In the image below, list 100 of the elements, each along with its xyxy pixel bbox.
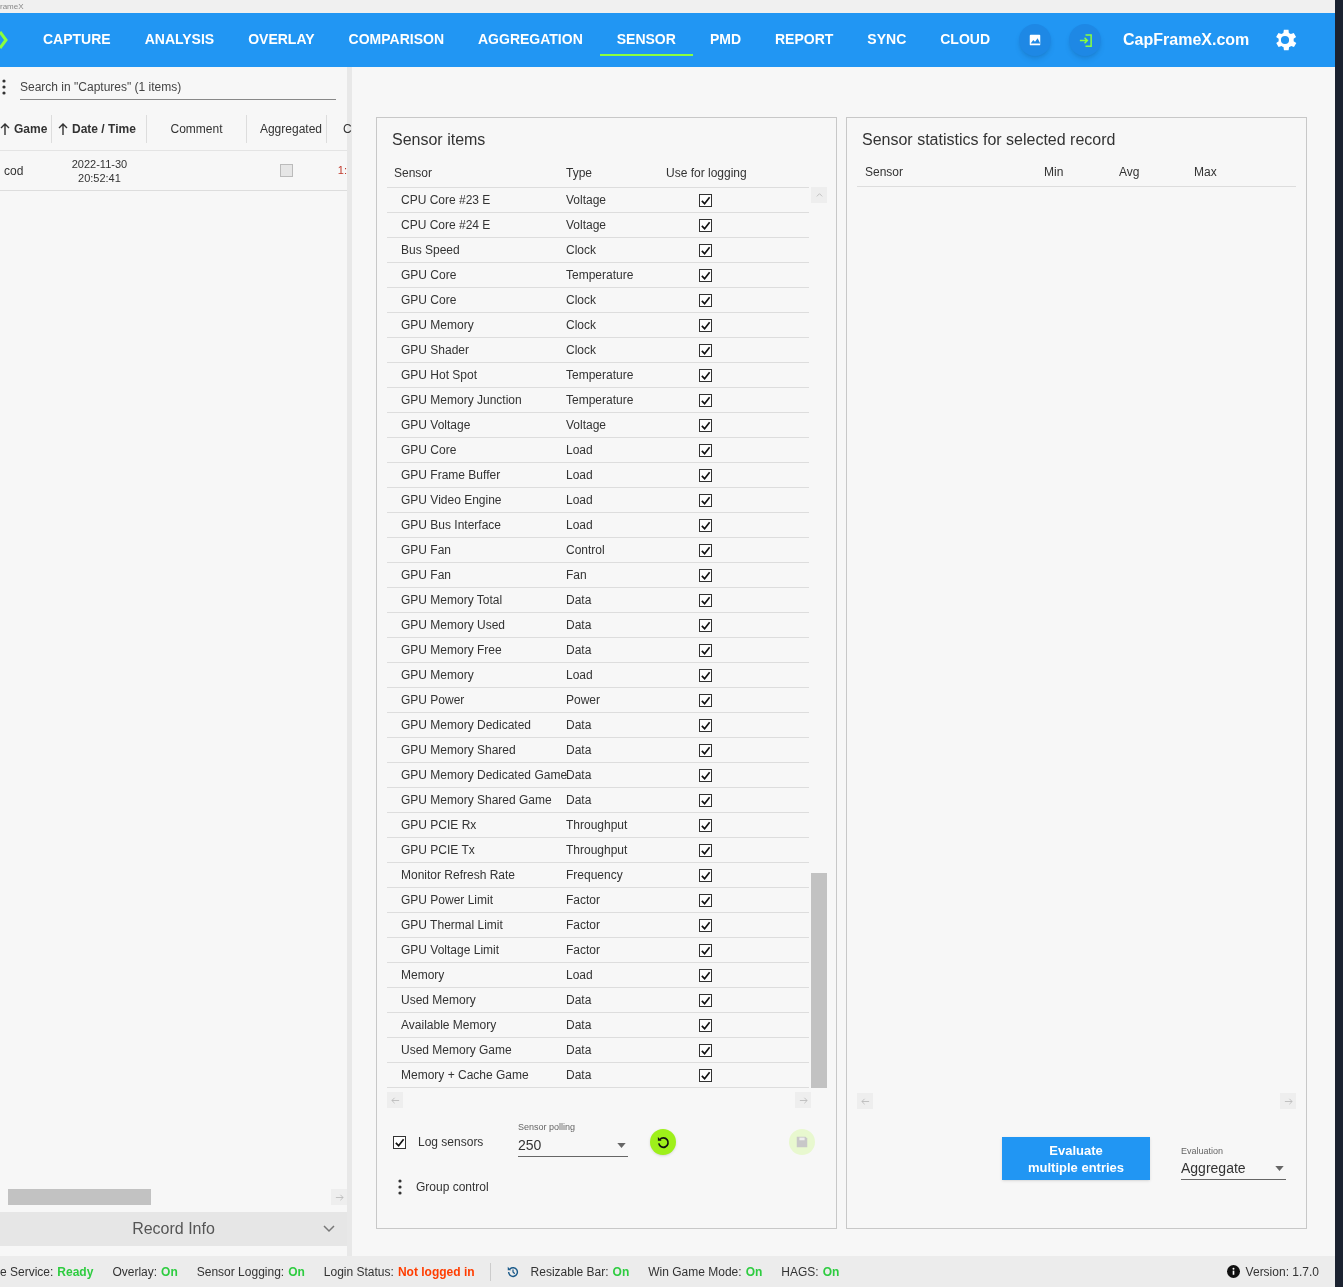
sensor-row[interactable]: GPU PCIE Rx Throughput [387,813,809,838]
logging-checkbox[interactable] [699,418,712,432]
sensor-row[interactable]: GPU Memory Clock [387,313,809,338]
sensor-row[interactable]: GPU Memory Load [387,663,809,688]
more-icon[interactable] [2,79,6,95]
logging-checkbox[interactable] [699,1043,712,1057]
logging-checkbox[interactable] [699,943,712,957]
sensor-name: GPU Memory [400,667,475,684]
column-header[interactable]: C [343,119,352,138]
reset-button[interactable] [650,1129,676,1155]
logging-checkbox[interactable] [699,393,712,407]
sensor-row[interactable]: GPU Memory Shared Data [387,738,809,763]
search-field[interactable]: Search in "Captures" (1 items) [20,74,336,100]
sensor-row[interactable]: GPU Memory Junction Temperature [387,388,809,413]
logging-checkbox[interactable] [699,468,712,482]
logging-checkbox[interactable] [699,368,712,382]
scrollbar-thumb[interactable] [8,1189,151,1205]
info-icon[interactable] [1226,1265,1240,1278]
logging-checkbox[interactable] [699,693,712,707]
sensor-row[interactable]: GPU Voltage Limit Factor [387,938,809,963]
logging-checkbox[interactable] [699,868,712,882]
logging-checkbox[interactable] [699,593,712,607]
logging-checkbox[interactable] [699,518,712,532]
sensor-row[interactable]: GPU Fan Control [387,538,809,563]
sensor-row[interactable]: CPU Core #24 E Voltage [387,213,809,238]
sensor-row[interactable]: GPU Frame Buffer Load [387,463,809,488]
more-icon[interactable] [398,1179,402,1195]
sensor-row[interactable]: GPU Thermal Limit Factor [387,913,809,938]
history-icon[interactable] [505,1264,520,1279]
logging-checkbox[interactable] [699,1068,712,1082]
logging-checkbox[interactable] [699,668,712,682]
logging-checkbox[interactable] [699,893,712,907]
logging-checkbox[interactable] [699,918,712,932]
sensor-row[interactable]: GPU Core Load [387,438,809,463]
sensor-row[interactable]: GPU Voltage Voltage [387,413,809,438]
date-cell-text: 2022-11-30 20:52:41 [70,156,129,185]
sensor-row[interactable]: Used Memory Game Data [387,1038,809,1063]
column-header: Sensor [864,164,905,181]
sensor-row[interactable]: GPU Memory Free Data [387,638,809,663]
image-button[interactable] [1019,24,1052,56]
sensor-row[interactable]: GPU Memory Total Data [387,588,809,613]
logging-checkbox[interactable] [699,643,712,657]
sensor-row[interactable]: GPU Core Clock [387,288,809,313]
sensor-row[interactable]: GPU Power Power [387,688,809,713]
column-header[interactable]: Game [14,119,48,138]
logging-checkbox[interactable] [699,968,712,982]
sensor-row[interactable]: Memory Load [387,963,809,988]
logging-checkbox[interactable] [699,818,712,832]
logging-checkbox[interactable] [699,743,712,757]
aggregated-checkbox[interactable] [279,164,293,177]
sensor-row[interactable]: CPU Core #23 E Voltage [387,188,809,213]
sensor-row[interactable]: Available Memory Data [387,1013,809,1038]
logging-checkbox[interactable] [699,1018,712,1032]
capture-row[interactable]: cod 2022-11-30 20:52:41 1: [0,151,347,191]
logging-checkbox[interactable] [699,768,712,782]
sensor-row[interactable]: GPU Fan Fan [387,563,809,588]
sensor-row[interactable]: GPU Core Temperature [387,263,809,288]
sensor-row[interactable]: Monitor Refresh Rate Frequency [387,863,809,888]
logging-checkbox[interactable] [699,268,712,282]
scrollbar-thumb[interactable] [811,873,827,1088]
logging-checkbox[interactable] [699,218,712,232]
logging-checkbox[interactable] [699,493,712,507]
sensor-row[interactable]: GPU Shader Clock [387,338,809,363]
log-sensors-checkbox[interactable] [393,1135,406,1149]
logging-checkbox[interactable] [699,443,712,457]
chevron-down-icon [323,1225,335,1233]
group-control-label[interactable]: Group control [416,1178,489,1196]
sensor-row[interactable]: GPU Memory Dedicated Data [387,713,809,738]
sensor-row[interactable]: GPU Power Limit Factor [387,888,809,913]
sensor-row[interactable]: GPU Video Engine Load [387,488,809,513]
logging-checkbox[interactable] [699,843,712,857]
status-value: Not logged in [397,1263,475,1281]
logging-checkbox[interactable] [699,793,712,807]
logging-checkbox[interactable] [699,618,712,632]
logging-checkbox[interactable] [699,718,712,732]
sensor-row[interactable]: GPU Memory Shared Game Data [387,788,809,813]
logging-checkbox[interactable] [699,293,712,307]
sensor-row[interactable]: Memory + Cache Game Data [387,1063,809,1088]
sensor-row[interactable]: GPU Memory Used Data [387,613,809,638]
record-info-expander[interactable]: Record Info [0,1212,347,1246]
column-header[interactable]: Aggregated [259,119,322,138]
evaluation-dropdown[interactable]: Evaluation Aggregate [1181,1144,1286,1180]
sensor-name: GPU Memory [400,317,475,334]
sensor-row[interactable]: GPU PCIE Tx Throughput [387,838,809,863]
logging-checkbox[interactable] [699,318,712,332]
polling-dropdown[interactable]: Sensor polling 250 [518,1121,628,1157]
sensor-row[interactable]: Bus Speed Clock [387,238,809,263]
sensor-row[interactable]: GPU Memory Dedicated GameData [387,763,809,788]
logging-checkbox[interactable] [699,193,712,207]
logging-checkbox[interactable] [699,243,712,257]
logging-checkbox[interactable] [699,343,712,357]
login-button[interactable] [1069,24,1102,56]
logging-checkbox[interactable] [699,568,712,582]
column-header[interactable]: Date / Time [72,119,136,138]
logging-checkbox[interactable] [699,543,712,557]
sensor-row[interactable]: Used Memory Data [387,988,809,1013]
logging-checkbox[interactable] [699,993,712,1007]
sensor-row[interactable]: GPU Hot Spot Temperature [387,363,809,388]
sensor-row[interactable]: GPU Bus Interface Load [387,513,809,538]
column-header[interactable]: Comment [170,119,223,138]
